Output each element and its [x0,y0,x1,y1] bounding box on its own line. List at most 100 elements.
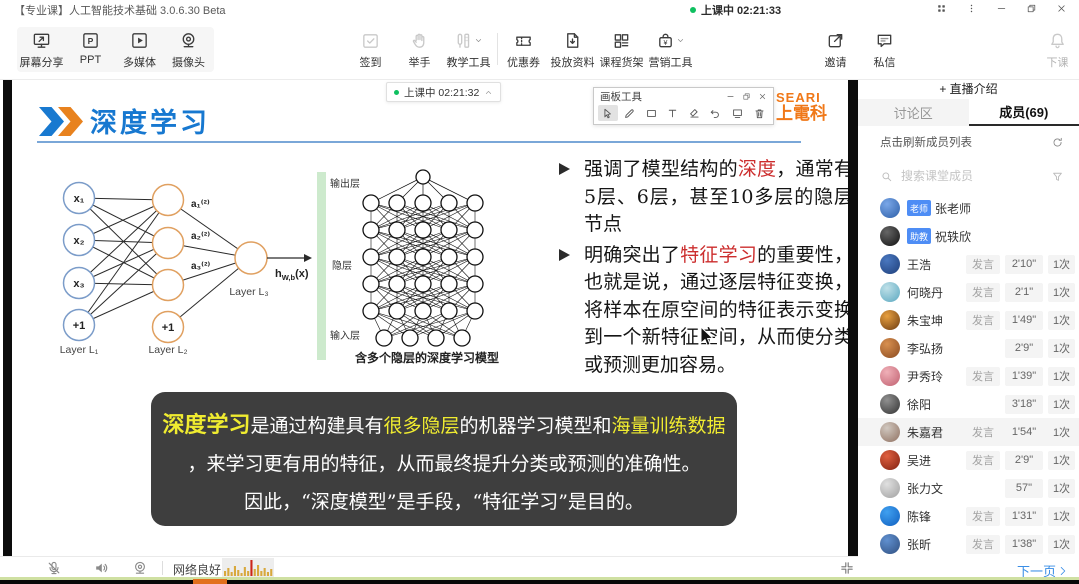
palette-restore-icon[interactable] [742,92,751,101]
toolbar-button-message[interactable]: 私信 [860,29,909,70]
filter-icon[interactable] [1051,170,1064,183]
refresh-icon[interactable] [1051,136,1064,149]
speak-button[interactable]: 发言 [966,283,1000,302]
toolbar-button-checkin[interactable]: 签到 [346,29,395,70]
toolbar-label: 优惠券 [507,54,540,70]
member-row[interactable]: 老师张老师 [858,194,1079,222]
member-name: 陈锋 [907,508,966,525]
more-menu-icon[interactable] [959,1,983,15]
speak-button[interactable]: 发言 [966,311,1000,330]
toolbar-button-material[interactable]: 投放资料 [548,29,597,70]
avatar [880,282,900,302]
speaker-icon[interactable] [93,560,109,576]
toolbar-iconrow: ¥ [656,29,685,52]
speak-button[interactable]: 发言 [966,423,1000,442]
toolbar-label: 营销工具 [649,54,693,70]
rect-tool-button[interactable] [641,105,661,121]
member-row[interactable]: 徐阳3'18"1次 [858,390,1079,418]
toolbar-button-marketing[interactable]: ¥ 营销工具 [646,29,695,70]
palette-close-icon[interactable] [758,92,767,101]
toolbar-button-bell[interactable]: 下课 [1033,29,1079,70]
refresh-members-label: 点击刷新成员列表 [880,134,972,150]
speak-button[interactable]: 发言 [966,507,1000,526]
bullet-arrow-icon [559,249,570,261]
member-row[interactable]: 张昕发言1'38"1次 [858,530,1079,558]
slide-title: 深度学习 [90,101,210,140]
coupon-icon [514,31,533,50]
member-stats: 发言1'39"1次 [966,367,1075,386]
invite-icon [826,31,845,50]
member-row[interactable]: 尹秀玲发言1'39"1次 [858,362,1079,390]
refresh-members-row[interactable]: 点击刷新成员列表 [858,126,1079,158]
toolbar-button-ppt[interactable]: PPPT [66,29,115,70]
member-row[interactable]: 朱嘉君发言1'54"1次 [858,418,1079,446]
text-tool-button[interactable] [663,105,683,121]
slide-canvas: 上课中 02:21:32 画板工具 SEARI 上電科 深度学习 x₁x₂x₃+… [12,80,848,556]
marketing-icon: ¥ [656,31,675,50]
microphone-muted-icon[interactable] [46,560,62,576]
text-run: 很多隐层 [383,415,459,437]
member-row[interactable]: 张力文57"1次 [858,474,1079,502]
svg-text:a₃⁽²⁾: a₃⁽²⁾ [191,261,210,272]
palette-titlebar[interactable]: 画板工具 [594,88,773,103]
toolbar-button-media[interactable]: 多媒体 [115,29,164,70]
close-icon[interactable] [1049,1,1073,15]
member-row[interactable]: 王浩发言2'10"1次 [858,250,1079,278]
member-stats: 发言1'49"1次 [966,311,1075,330]
svg-text:x₁: x₁ [74,193,85,205]
speak-button[interactable]: 发言 [966,255,1000,274]
bell-icon [1048,31,1067,50]
toolbar-label: 多媒体 [123,54,156,70]
tab-members[interactable]: 成员(69) [969,99,1079,126]
speak-button[interactable]: 发言 [966,535,1000,554]
webcam-icon[interactable] [132,560,148,576]
member-row[interactable]: 何晓丹发言2'1"1次 [858,278,1079,306]
toolbar-button-teach-tools[interactable]: 教学工具 [444,29,493,70]
palette-minimize-icon[interactable] [726,92,735,101]
member-row[interactable]: 陈锋发言1'31"1次 [858,502,1079,530]
tab-discussion[interactable]: 讨论区 [858,99,969,126]
layout-grid-icon[interactable] [929,1,953,15]
toolbar-label: 摄像头 [172,54,205,70]
toolbar-iconrow [361,29,380,52]
speak-count: 1次 [1048,395,1075,414]
pencil-tool-button[interactable] [620,105,640,121]
restore-icon[interactable] [1019,1,1043,15]
toolbar-iconrow [32,29,51,52]
logo-text-en: SEARI [776,91,827,104]
undo-tool-button[interactable] [706,105,726,121]
trash-tool-button[interactable] [749,105,769,121]
speak-button[interactable]: 发言 [966,367,1000,386]
toolbar-button-screen-share[interactable]: 屏幕分享 [17,29,66,70]
member-row[interactable]: 助教祝轶欣 [858,222,1079,250]
toolbar-iconrow [826,29,845,52]
member-row[interactable]: 吴进发言2'9"1次 [858,446,1079,474]
hidden-layer-label: 隐层 [332,257,352,272]
speak-button[interactable]: 发言 [966,451,1000,470]
class-timer-pill[interactable]: 上课中 02:21:32 [386,82,501,102]
speak-duration: 1'39" [1005,367,1043,386]
text-run: 海量训练数据 [612,415,726,437]
select-tool-button[interactable] [598,105,618,121]
member-name: 何晓丹 [907,284,966,301]
role-badge: 助教 [907,228,931,244]
minimize-icon[interactable] [989,1,1013,15]
toolbar-button-camera[interactable]: 摄像头 [164,29,213,70]
speak-count: 1次 [1048,479,1075,498]
live-intro-button[interactable]: + 直播介绍 [858,80,1079,99]
toolbar-button-shelf[interactable]: 课程货架 [597,29,646,70]
bottom-strip-orange [193,579,227,584]
toolbar-button-coupon[interactable]: 优惠券 [499,29,548,70]
speak-duration: 1'38" [1005,535,1043,554]
member-search-input[interactable] [899,168,1045,184]
collapse-icon[interactable] [839,560,855,576]
eraser-tool-button[interactable] [685,105,705,121]
toolbar-button-invite[interactable]: 邀请 [811,29,860,70]
palette-controls [726,92,767,101]
member-row[interactable]: 朱宝坤发言1'49"1次 [858,306,1079,334]
board-tool-button[interactable] [728,105,748,121]
member-row[interactable]: 李弘扬2'9"1次 [858,334,1079,362]
svg-text:a₁⁽²⁾: a₁⁽²⁾ [191,199,210,210]
member-name: 张力文 [907,480,1005,497]
toolbar-button-raise-hand[interactable]: 举手 [395,29,444,70]
